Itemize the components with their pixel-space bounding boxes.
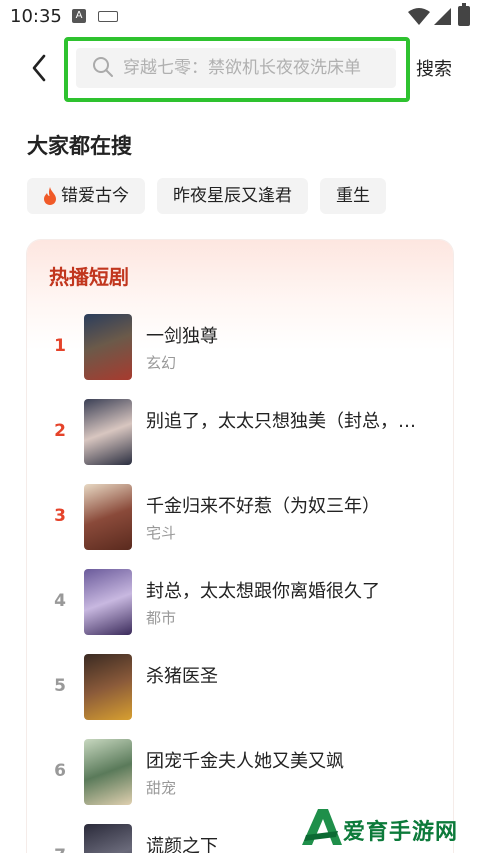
drama-genre: 都市	[146, 609, 177, 627]
drama-title: 千金归来不好惹（为奴三年）	[146, 496, 380, 517]
rank-number: 3	[54, 506, 66, 526]
drama-genre: 玄幻	[146, 354, 177, 372]
status-bar: 10:35 A	[0, 0, 480, 34]
drama-title: 别追了，太太只想独美（封总，…	[146, 411, 416, 432]
drama-row[interactable]: 2 别追了，太太只想独美（封总，…	[27, 399, 453, 465]
wifi-icon	[408, 8, 430, 25]
drama-poster[interactable]	[84, 569, 132, 635]
flame-icon	[44, 187, 56, 205]
rank-number: 6	[54, 761, 66, 781]
watermark-text: 爱育手游网	[343, 820, 459, 845]
hot-search-chip[interactable]: 昨夜星辰又逢君	[157, 178, 308, 214]
drama-poster[interactable]	[84, 654, 132, 720]
drama-genre: 宅斗	[146, 524, 177, 542]
drama-row[interactable]: 6 团宠千金夫人她又美又飒 甜宠	[27, 739, 453, 805]
search-button[interactable]: 搜索	[416, 55, 452, 81]
a-notification-icon: A	[72, 9, 86, 23]
hot-search-chips: 错爱古今 昨夜星辰又逢君 重生	[27, 178, 386, 214]
rank-number: 1	[54, 336, 66, 356]
drama-poster[interactable]	[84, 484, 132, 550]
chip-label: 重生	[336, 186, 370, 206]
rank-number: 7	[53, 846, 67, 853]
drama-row[interactable]: 4 封总，太太想跟你离婚很久了 都市	[27, 569, 453, 635]
hot-search-title: 大家都在搜	[27, 134, 132, 158]
drama-row[interactable]: 5 杀猪医圣	[27, 654, 453, 720]
rank-number: 2	[54, 421, 66, 441]
drama-poster[interactable]	[84, 399, 132, 465]
keyboard-icon	[98, 11, 118, 22]
rank-number: 5	[54, 676, 66, 696]
status-time: 10:35	[10, 6, 62, 27]
search-input[interactable]: 穿越七零：禁欲机长夜夜洗床单	[123, 56, 389, 80]
drama-row[interactable]: 3 千金归来不好惹（为奴三年） 宅斗	[27, 484, 453, 550]
drama-title: 封总，太太想跟你离婚很久了	[146, 581, 380, 602]
back-button[interactable]	[22, 50, 58, 86]
hot-drama-title: 热播短剧	[49, 265, 129, 289]
hot-search-chip[interactable]: 错爱古今	[27, 178, 145, 214]
signal-icon	[434, 8, 451, 25]
rank-number: 4	[54, 591, 66, 611]
chip-label: 昨夜星辰又逢君	[173, 186, 292, 206]
battery-icon	[458, 3, 470, 26]
drama-poster[interactable]	[84, 739, 132, 805]
drama-row[interactable]: 1 一剑独尊 玄幻	[27, 314, 453, 380]
drama-title: 一剑独尊	[146, 326, 218, 347]
drama-title: 杀猪医圣	[146, 666, 218, 687]
hot-search-chip[interactable]: 重生	[320, 178, 386, 214]
drama-poster[interactable]	[84, 824, 132, 853]
drama-title: 团宠千金夫人她又美又飒	[146, 751, 344, 772]
drama-poster[interactable]	[84, 314, 132, 380]
drama-genre: 甜宠	[146, 779, 177, 797]
chip-label: 错爱古今	[61, 186, 129, 206]
search-icon	[93, 57, 113, 77]
